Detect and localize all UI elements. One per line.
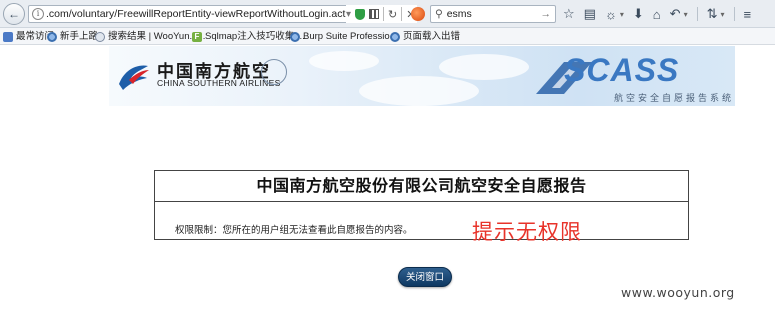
qr-icon[interactable] [369,9,380,19]
close-window-button[interactable]: 关闭窗口 [398,267,452,287]
reload-icon[interactable]: ↻ [388,8,397,21]
url-text: .com/voluntary/FreewillReportEntity-view… [46,8,395,20]
browser-navbar: ← i .com/voluntary/FreewillReportEntity-v… [0,0,775,28]
divider [401,7,403,21]
bookmark-item[interactable]: F Sqlmap注入技巧收集 ... [192,28,305,44]
globe-icon [47,31,57,42]
addon-icon[interactable] [411,7,425,21]
home-icon[interactable]: ⌂ [653,7,661,22]
chevron-down-icon[interactable]: ▾ [684,10,688,19]
search-input[interactable]: ⚲ esms → [430,5,556,23]
f-icon: F [192,31,202,42]
bookmark-icon [3,31,13,42]
info-icon[interactable]: i [32,8,44,20]
star-icon[interactable]: ☆ [563,6,575,22]
bookmark-item[interactable]: 搜索结果 | WooYun.o... [95,28,206,44]
bookmark-label: 新手上路 [60,31,99,42]
undo-icon[interactable]: ↶ [670,6,681,22]
search-go-icon[interactable]: → [541,6,552,22]
page-banner: 中国南方航空 CHINA SOUTHERN AIRLINES SCASS 航空安… [109,46,735,106]
bookmarks-bar: 最常访问 新手上路 搜索结果 | WooYun.o... F Sqlmap注入技… [0,28,775,45]
dropdown-icon[interactable]: ▾ [346,9,351,20]
download-icon[interactable]: ⬇ [633,6,644,22]
report-title: 中国南方航空股份有限公司航空安全自愿报告 [155,171,688,202]
scass-logo: SCASS 航空安全自愿报告系统 [534,48,734,106]
back-button[interactable]: ← [3,3,25,25]
bookmark-item[interactable]: 新手上路 [47,28,99,44]
banner-cloud [439,54,529,80]
permission-message: 权限限制：您所在的用户组无法查看此自愿报告的内容。 [175,225,413,236]
tools-icon[interactable]: ⇅ [707,6,718,22]
company-name-en: CHINA SOUTHERN AIRLINES [157,78,281,88]
watermark: www.wooyun.org [621,285,735,300]
shield-icon[interactable] [355,8,366,20]
scass-wordmark: SCASS [564,52,680,88]
reader-icon[interactable]: ▤ [584,6,596,22]
address-bar[interactable]: i .com/voluntary/FreewillReportEntity-vie… [28,5,400,23]
divider [383,7,385,21]
chevron-down-icon[interactable]: ▾ [720,10,724,19]
globe-icon [390,31,400,42]
seal-icon [261,59,287,85]
search-icon [95,31,105,42]
bookmark-label: 页面载入出错 [403,31,461,42]
bookmark-item[interactable]: 页面载入出错 [390,28,461,44]
bookmark-label: 搜索结果 | WooYun.o... [108,31,206,42]
menu-icon[interactable]: ≡ [744,7,752,22]
back-icon: ← [8,7,20,21]
annotation-no-permission: 提示无权限 [472,221,582,244]
banner-cloud [309,51,379,71]
bookmark-label: Burp Suite Professio... [303,31,398,42]
chevron-down-icon[interactable]: ▾ [620,10,624,19]
browser-toolbar: ☆ ▤ ☼ ▾ ⬇ ⌂ ↶ ▾ ⇅ ▾ ≡ [563,5,751,23]
globe-icon [290,31,300,42]
search-icon: ⚲ [435,8,443,20]
airline-logo-icon [119,65,149,90]
sync-icon[interactable]: ☼ [605,7,617,22]
search-value: esms [446,8,472,20]
banner-cloud [359,76,479,106]
system-subtitle: 航空安全自愿报告系统 [614,93,735,103]
divider [733,7,735,21]
address-bar-icons: ▾ ↻ ✕ [346,5,418,23]
bookmark-item[interactable]: Burp Suite Professio... [290,28,398,44]
divider [696,7,698,21]
